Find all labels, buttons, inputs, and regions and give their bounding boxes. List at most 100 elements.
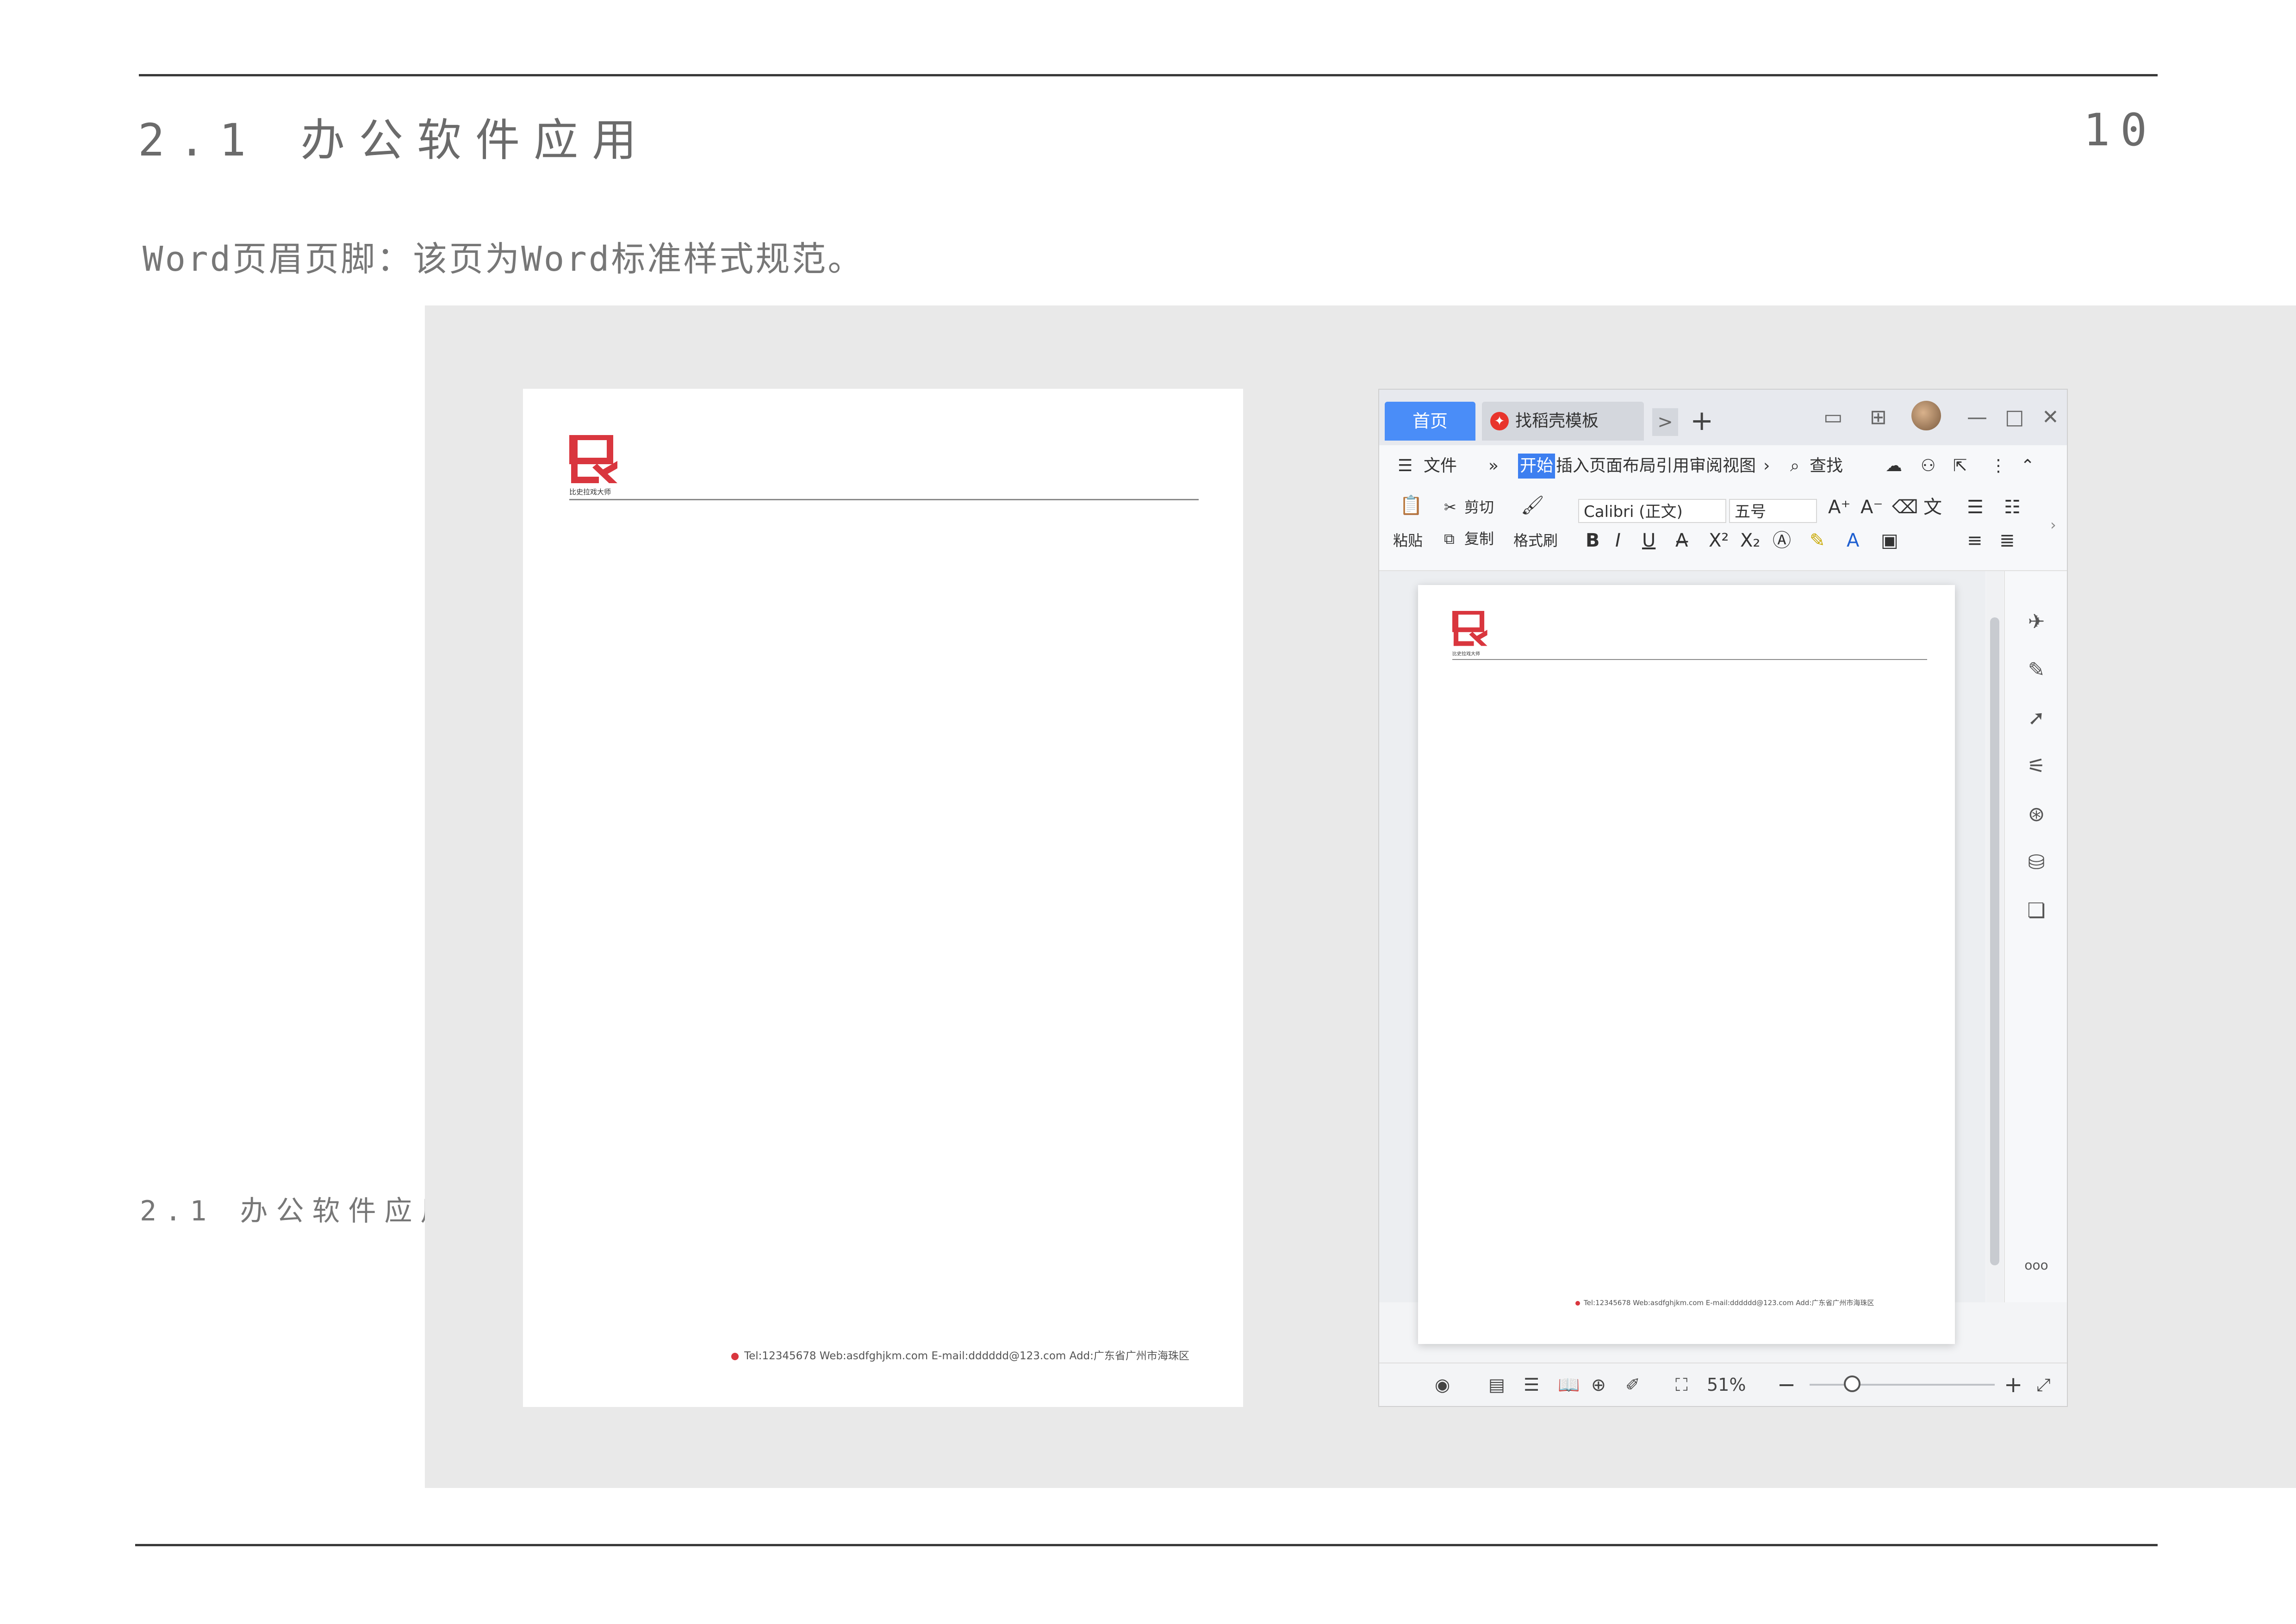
menu-start[interactable]: 开始 bbox=[1518, 454, 1556, 479]
tab-template-label: 找稻壳模板 bbox=[1515, 411, 1599, 430]
menu-scroll-arrow[interactable]: › bbox=[1763, 454, 1770, 479]
align-left-icon[interactable]: ≡ bbox=[1967, 530, 1983, 551]
scrollbar-thumb[interactable] bbox=[1990, 617, 1999, 1265]
write-mode-icon[interactable]: ✐ bbox=[1625, 1371, 1640, 1399]
font-name-select[interactable]: Calibri (正文) bbox=[1578, 499, 1726, 523]
page-logo: 比史拉戏大师 bbox=[1451, 610, 1489, 657]
footer-dot bbox=[731, 1352, 739, 1360]
cut-button[interactable]: 剪切 bbox=[1464, 497, 1494, 517]
copy-icon[interactable]: ⧉ bbox=[1444, 529, 1455, 549]
search-icon[interactable]: ⌕ bbox=[1790, 454, 1799, 479]
footer-contact: Tel:12345678 Web:asdfghjkm.com E-mail:dd… bbox=[744, 1350, 1189, 1362]
underline-button[interactable]: U bbox=[1642, 530, 1655, 551]
grow-font-icon[interactable]: A⁺ bbox=[1828, 497, 1850, 517]
wps-window: 首页 ✦ 找稻壳模板 > + ▭ ⊞ — □ ✕ ☰ 文件 » 开始 插入页面布… bbox=[1378, 389, 2068, 1407]
share-user-icon[interactable]: ⚇ bbox=[1921, 454, 1935, 479]
italic-button[interactable]: I bbox=[1615, 530, 1621, 551]
bold-button[interactable]: B bbox=[1586, 530, 1600, 551]
align-center-icon[interactable]: ≣ bbox=[1999, 530, 2015, 551]
brand-logo: 比史拉戏大师 bbox=[568, 434, 620, 500]
logo-text: 比史拉戏大师 bbox=[569, 488, 611, 496]
bullet-list-icon[interactable]: ☰ bbox=[1967, 497, 1984, 517]
cloud-icon[interactable]: ☁ bbox=[1885, 454, 1902, 479]
page-footer-contact: Tel:12345678 Web:asdfghjkm.com E-mail:dd… bbox=[1584, 1299, 1874, 1307]
ribbon: 📋 粘贴 ✂ 剪切 ⧉ 复制 🖌 格式刷 Calibri (正文) 五号 A⁺ … bbox=[1379, 487, 2067, 571]
search-label[interactable]: 查找 bbox=[1810, 454, 1843, 479]
layout-icon[interactable]: ▭ bbox=[1823, 404, 1843, 431]
status-bar: ◉ ▤ ☰ 📖 ⊕ ✐ ⛶ 51% − + ⤢ bbox=[1379, 1363, 2067, 1406]
zoom-in-button[interactable]: + bbox=[2004, 1371, 2022, 1399]
text-effect-icon[interactable]: Ⓐ bbox=[1773, 530, 1791, 551]
format-painter-icon[interactable]: 🖌 bbox=[1521, 495, 1544, 516]
docer-icon: ✦ bbox=[1490, 412, 1509, 430]
zoom-out-button[interactable]: − bbox=[1777, 1371, 1796, 1399]
side-section-title: 2.1 办公软件应用 bbox=[140, 1195, 457, 1227]
paste-button[interactable]: 粘贴 bbox=[1393, 530, 1423, 551]
read-mode-icon[interactable]: 📖 bbox=[1558, 1371, 1580, 1399]
font-color-icon[interactable]: A bbox=[1847, 530, 1859, 551]
zoom-slider-handle[interactable] bbox=[1844, 1375, 1860, 1392]
menu-file[interactable]: 文件 bbox=[1424, 454, 1457, 479]
new-tab-button[interactable]: + bbox=[1690, 404, 1713, 437]
tab-more-button[interactable]: > bbox=[1652, 408, 1678, 436]
tab-template[interactable]: ✦ 找稻壳模板 bbox=[1482, 402, 1644, 441]
strikethrough-icon[interactable]: A̶ bbox=[1675, 530, 1688, 551]
page-header-line bbox=[1452, 659, 1927, 660]
page-logo-text: 比史拉戏大师 bbox=[1452, 652, 1480, 657]
highlight-icon[interactable]: ✎ bbox=[1810, 530, 1825, 551]
cut-icon[interactable]: ✂ bbox=[1444, 497, 1456, 517]
page-view-icon[interactable]: ▤ bbox=[1488, 1371, 1505, 1399]
top-rule bbox=[139, 74, 2158, 76]
book-search-icon[interactable]: ❏ bbox=[2022, 897, 2050, 925]
menu-tabs[interactable]: 插入页面布局引用审阅视图 bbox=[1556, 454, 1756, 479]
font-size-select[interactable]: 五号 bbox=[1729, 499, 1817, 523]
more-vertical-icon[interactable]: ⋮ bbox=[1990, 454, 2007, 479]
ribbon-scroll-right-icon[interactable]: › bbox=[2050, 515, 2056, 535]
number-list-icon[interactable]: ☷ bbox=[2004, 497, 2021, 517]
menu-expand[interactable]: » bbox=[1488, 454, 1499, 479]
user-avatar[interactable] bbox=[1911, 401, 1941, 430]
tab-home[interactable]: 首页 bbox=[1385, 402, 1475, 441]
eye-icon[interactable]: ◉ bbox=[1435, 1371, 1450, 1399]
shrink-font-icon[interactable]: A⁻ bbox=[1860, 497, 1883, 517]
outline-view-icon[interactable]: ☰ bbox=[1524, 1371, 1539, 1399]
grid-apps-icon[interactable]: ⊞ bbox=[1870, 404, 1887, 431]
zoom-slider-track[interactable] bbox=[1810, 1384, 1995, 1386]
more-dots-button[interactable]: ooo bbox=[2022, 1251, 2050, 1279]
vertical-scrollbar[interactable] bbox=[1986, 571, 2003, 1302]
subscript-icon[interactable]: X₂ bbox=[1740, 530, 1760, 551]
superscript-icon[interactable]: X² bbox=[1709, 530, 1729, 551]
close-icon[interactable]: ✕ bbox=[2042, 404, 2059, 431]
clear-format-icon[interactable]: ⌫ bbox=[1892, 497, 1918, 517]
pinyin-icon[interactable]: 文 bbox=[1923, 497, 1942, 517]
hamburger-icon[interactable]: ☰ bbox=[1398, 454, 1412, 479]
fullscreen-icon[interactable]: ⤢ bbox=[2036, 1371, 2050, 1399]
compass-icon[interactable]: ⊛ bbox=[2022, 801, 2050, 828]
format-painter-button[interactable]: 格式刷 bbox=[1513, 530, 1558, 551]
pen-icon[interactable]: ✎ bbox=[2022, 656, 2050, 684]
menu-bar: ☰ 文件 » 开始 插入页面布局引用审阅视图 › ⌕ 查找 ☁ ⚇ ⇱ ⋮ ⌃ bbox=[1379, 445, 2067, 487]
paste-icon[interactable]: 📋 bbox=[1400, 495, 1423, 516]
page-number: 10 bbox=[2083, 104, 2157, 156]
minimize-icon[interactable]: — bbox=[1967, 404, 1987, 431]
slider-settings-icon[interactable]: ⚟ bbox=[2022, 753, 2050, 780]
side-toolbar: ✈ ✎ ➚ ⚟ ⊛ ⛁ ❏ ooo bbox=[2004, 571, 2067, 1302]
store-icon[interactable]: ⛁ bbox=[2022, 849, 2050, 877]
export-icon[interactable]: ⇱ bbox=[1953, 454, 1967, 479]
cursor-icon[interactable]: ➚ bbox=[2022, 704, 2050, 732]
web-view-icon[interactable]: ⊕ bbox=[1591, 1371, 1606, 1399]
zoom-level[interactable]: 51% bbox=[1707, 1371, 1746, 1399]
section-title: 2.1 办公软件应用 bbox=[138, 114, 651, 166]
maximize-icon[interactable]: □ bbox=[2005, 404, 2024, 431]
page-logo-mark-icon bbox=[1451, 610, 1487, 646]
collapse-ribbon-icon[interactable]: ⌃ bbox=[2021, 454, 2035, 479]
copy-button[interactable]: 复制 bbox=[1464, 529, 1494, 549]
rocket-icon[interactable]: ✈ bbox=[2022, 608, 2050, 636]
logo-mark-icon bbox=[568, 434, 617, 483]
letterhead-footer: Tel:12345678 Web:asdfghjkm.com E-mail:dd… bbox=[731, 1347, 1189, 1363]
char-border-icon[interactable]: ▣ bbox=[1881, 530, 1898, 551]
fit-page-icon[interactable]: ⛶ bbox=[1675, 1371, 1688, 1399]
page-footer: Tel:12345678 Web:asdfghjkm.com E-mail:dd… bbox=[1575, 1298, 1874, 1307]
document-page[interactable]: 比史拉戏大师 Tel:12345678 Web:asdfghjkm.com E-… bbox=[1418, 585, 1955, 1344]
tab-bar: 首页 ✦ 找稻壳模板 > + ▭ ⊞ — □ ✕ bbox=[1379, 390, 2067, 445]
